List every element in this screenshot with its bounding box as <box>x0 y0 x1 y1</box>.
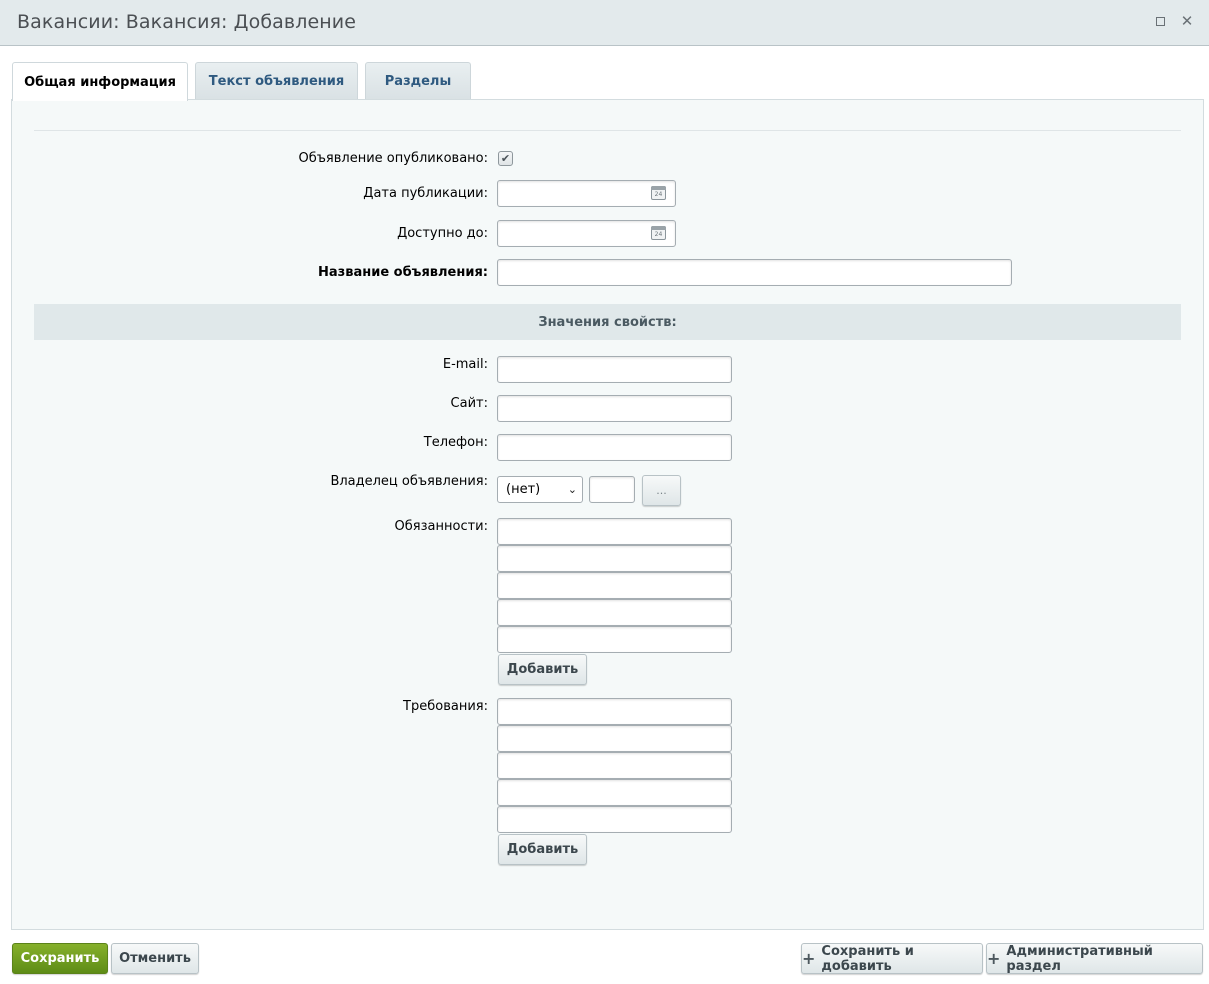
duties-input-5[interactable] <box>497 626 732 653</box>
requirements-input-3[interactable] <box>497 752 732 779</box>
email-label: E-mail: <box>442 357 488 372</box>
phone-label: Телефон: <box>423 435 488 450</box>
duties-add-button[interactable]: Добавить <box>498 654 587 685</box>
site-label: Сайт: <box>450 396 488 411</box>
save-and-add-button[interactable]: + Сохранить и добавить <box>801 943 983 974</box>
pub-date-label: Дата публикации: <box>363 186 488 201</box>
maximize-icon <box>1155 16 1165 26</box>
plus-icon: + <box>987 949 1001 968</box>
duties-input-1[interactable] <box>497 518 732 545</box>
tab-general-info[interactable]: Общая информация <box>12 62 188 101</box>
cancel-button[interactable]: Отменить <box>111 943 199 974</box>
owner-browse-button[interactable]: ... <box>642 475 681 506</box>
tab-sections[interactable]: Разделы <box>365 62 471 100</box>
site-input[interactable] <box>497 395 732 422</box>
properties-header: Значения свойств: <box>34 304 1181 340</box>
plus-icon: + <box>802 949 816 968</box>
pub-date-input[interactable] <box>497 180 676 207</box>
window-title: Вакансии: Вакансия: Добавление <box>17 11 357 33</box>
form-panel: Объявление опубликовано: ✔ Дата публикац… <box>11 99 1204 930</box>
save-button[interactable]: Сохранить <box>12 943 108 974</box>
calendar-icon[interactable]: 24 <box>651 226 666 240</box>
divider <box>34 130 1181 131</box>
maximize-button[interactable] <box>1151 12 1169 30</box>
requirements-add-button[interactable]: Добавить <box>498 834 587 865</box>
requirements-input-2[interactable] <box>497 725 732 752</box>
requirements-label: Требования: <box>403 699 488 714</box>
available-until-label: Доступно до: <box>397 226 488 241</box>
duties-label: Обязанности: <box>394 519 488 534</box>
published-label: Объявление опубликовано: <box>298 151 489 166</box>
calendar-icon[interactable]: 24 <box>651 186 666 200</box>
owner-select[interactable]: (нет) ⌄ <box>497 476 583 503</box>
ad-name-input[interactable] <box>497 259 1012 286</box>
email-input[interactable] <box>497 356 732 383</box>
requirements-input-5[interactable] <box>497 806 732 833</box>
close-icon: ✕ <box>1180 12 1194 30</box>
duties-input-3[interactable] <box>497 572 732 599</box>
published-checkbox[interactable]: ✔ <box>498 151 513 166</box>
phone-input[interactable] <box>497 434 732 461</box>
owner-label: Владелец объявления: <box>330 474 488 489</box>
requirements-input-4[interactable] <box>497 779 732 806</box>
duties-input-4[interactable] <box>497 599 732 626</box>
ad-name-label: Название объявления: <box>318 265 488 280</box>
close-button[interactable]: ✕ <box>1178 12 1196 30</box>
admin-section-button[interactable]: + Административный раздел <box>986 943 1203 974</box>
window-titlebar: Вакансии: Вакансия: Добавление ✕ <box>0 0 1209 46</box>
tab-ad-text[interactable]: Текст объявления <box>195 62 358 100</box>
chevron-down-icon: ⌄ <box>567 483 577 496</box>
requirements-input-1[interactable] <box>497 698 732 725</box>
available-until-input[interactable] <box>497 220 676 247</box>
checkmark-icon: ✔ <box>500 152 511 165</box>
duties-input-2[interactable] <box>497 545 732 572</box>
owner-id-input[interactable] <box>589 476 635 503</box>
